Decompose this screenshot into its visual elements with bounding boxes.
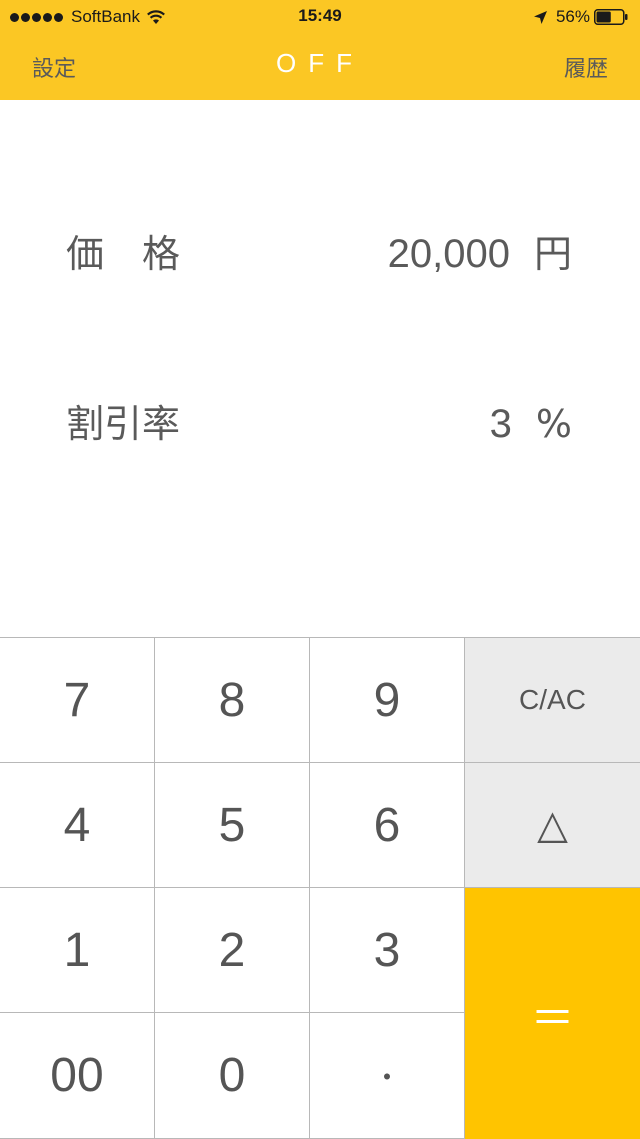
discount-rate-label: 割引率 (66, 402, 181, 446)
status-bar: SoftBank 15:49 56% (0, 0, 640, 34)
key-3[interactable]: 3 (310, 888, 465, 1013)
mode-title[interactable]: OFF (0, 48, 640, 79)
battery-percent: 56% (555, 7, 590, 26)
key-0[interactable]: 0 (155, 1013, 310, 1139)
key-1[interactable]: 1 (0, 888, 155, 1013)
nav-bar: 設定 OFF 履歴 (0, 34, 640, 100)
key-4[interactable]: 4 (0, 763, 155, 888)
battery-icon (594, 9, 628, 25)
clear-button[interactable]: C/AC (465, 638, 640, 763)
triangle-button[interactable]: △ (465, 763, 640, 888)
keypad: 7 8 9 C/AC 4 5 6 △ 1 2 3 00 0 ・ ＝ (0, 637, 640, 1139)
key-7[interactable]: 7 (0, 638, 155, 763)
key-00[interactable]: 00 (0, 1013, 155, 1139)
key-9[interactable]: 9 (310, 638, 465, 763)
key-2[interactable]: 2 (155, 888, 310, 1013)
discount-rate-value: 3 (489, 402, 512, 446)
top-bar: SoftBank 15:49 56% 設定 OFF 履歴 (0, 0, 640, 100)
discount-rate-unit: % (535, 402, 572, 446)
price-unit: 円 (533, 232, 572, 276)
discount-rate-value-group: 3 % (490, 396, 572, 452)
key-6[interactable]: 6 (310, 763, 465, 888)
price-value-group: 20,000 円 (388, 226, 572, 282)
price-label: 価 格 (66, 232, 181, 276)
decimal-point-key[interactable]: ・ (310, 1013, 465, 1139)
key-8[interactable]: 8 (155, 638, 310, 763)
history-button[interactable]: 履歴 (564, 51, 608, 83)
location-arrow-icon (533, 10, 547, 24)
key-5[interactable]: 5 (155, 763, 310, 888)
price-value: 20,000 (387, 232, 510, 276)
discount-rate-row[interactable]: 割引率 3 % (0, 396, 640, 456)
status-right: 56% (533, 7, 628, 27)
price-row[interactable]: 価 格 20,000 円 (0, 226, 640, 286)
equals-button[interactable]: ＝ (465, 888, 640, 1139)
